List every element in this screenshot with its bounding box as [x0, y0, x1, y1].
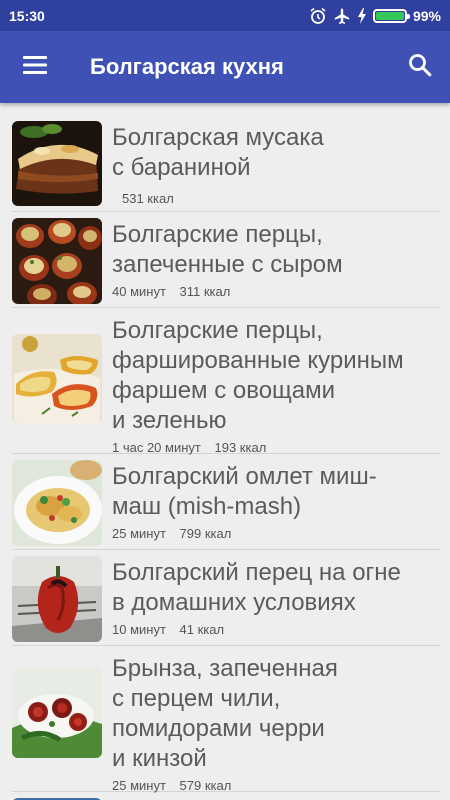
status-time: 15:30 [9, 7, 45, 24]
recipe-item[interactable]: Болгарская мусака с бараниной 531 ккал [12, 115, 440, 212]
recipe-thumbnail-baked-peppers [12, 218, 102, 304]
recipe-item[interactable]: Болгарские перцы, запеченные с сыром 40 м… [12, 212, 440, 308]
page-title: Болгарская кухня [90, 54, 284, 79]
recipe-item[interactable] [12, 792, 440, 800]
alarm-icon [309, 7, 327, 25]
recipe-title: Болгарская мусака с бараниной [112, 124, 324, 181]
recipe-time: 25 минут [112, 526, 166, 541]
recipe-meta: 531 ккал [112, 191, 440, 206]
recipe-item[interactable]: Болгарский омлет миш-маш (mish-mash) 25 … [12, 454, 440, 550]
battery-icon [372, 8, 410, 23]
recipe-meta: 40 минут 311 ккал [112, 284, 440, 299]
recipe-title: Болгарский перец на огне в домашних услов… [112, 559, 401, 616]
airplane-icon [333, 7, 351, 25]
battery-percent: 99% [412, 7, 441, 24]
app-bar: Болгарская кухня [0, 31, 450, 103]
recipe-title: Болгарские перцы, запеченные с сыром [112, 221, 343, 278]
status-bar: 15:30 99% [0, 0, 450, 31]
recipe-kcal: 531 ккал [122, 191, 174, 206]
recipe-kcal: 41 ккал [179, 622, 225, 637]
status-icons: 99% [309, 7, 441, 25]
recipe-time: 10 минут [112, 622, 166, 637]
recipe-time: 25 минут [112, 778, 166, 793]
recipe-meta: 10 минут 41 ккал [112, 622, 440, 637]
recipe-thumbnail-roasted-pepper [12, 556, 102, 642]
recipe-meta: 25 минут 579 ккал [112, 778, 440, 793]
search-icon [408, 53, 432, 82]
hamburger-icon [23, 55, 47, 79]
search-button[interactable] [390, 31, 450, 103]
recipe-title: Болгарские перцы, фаршированные куриным фа… [112, 317, 404, 434]
recipe-thumbnail-omelette [12, 460, 102, 546]
recipe-time: 40 минут [112, 284, 166, 299]
recipe-item[interactable]: Болгарский перец на огне в домашних услов… [12, 550, 440, 646]
recipe-meta: 1 час 20 минут 193 ккал [112, 440, 440, 455]
menu-button[interactable] [0, 31, 70, 103]
recipe-thumbnail-baked-cheese [12, 668, 102, 758]
recipe-thumbnail-stuffed-peppers [12, 334, 102, 424]
recipe-kcal: 193 ккал [214, 440, 267, 455]
recipe-kcal: 311 ккал [179, 284, 231, 299]
recipe-meta: 25 минут 799 ккал [112, 526, 440, 541]
charging-icon [357, 7, 367, 24]
recipe-item[interactable]: Болгарские перцы, фаршированные куриным фа… [12, 308, 440, 455]
recipe-item[interactable]: Брынза, запеченная с перцем чили, помидора… [12, 646, 440, 793]
recipe-time: 1 час 20 минут [112, 440, 201, 455]
recipe-kcal: 799 ккал [179, 526, 232, 541]
recipe-thumbnail-moussaka [12, 121, 102, 206]
recipe-title: Болгарский омлет миш-маш (mish-mash) [112, 463, 377, 520]
recipe-kcal: 579 ккал [179, 778, 232, 793]
recipe-list[interactable]: Болгарская мусака с бараниной 531 ккал Бо… [0, 115, 450, 800]
recipe-title: Брынза, запеченная с перцем чили, помидора… [112, 655, 338, 772]
